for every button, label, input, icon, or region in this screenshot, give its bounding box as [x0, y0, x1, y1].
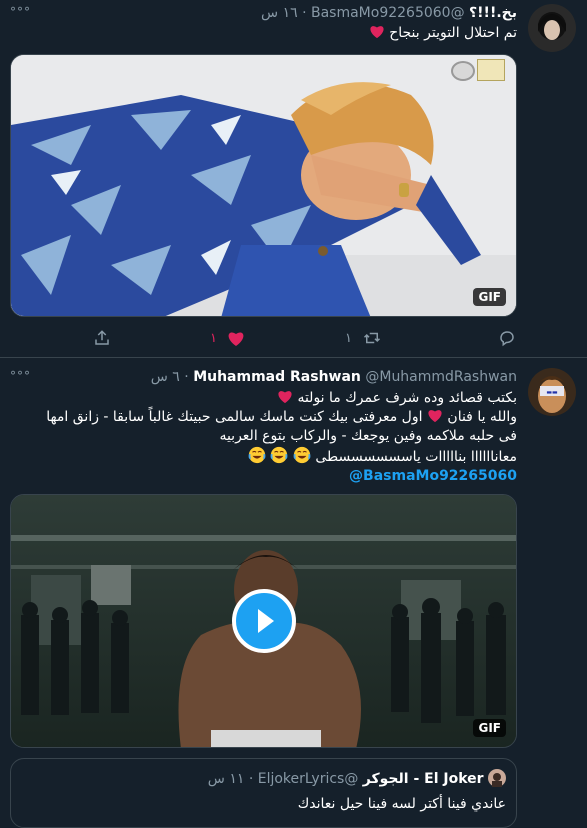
mention-link[interactable]: @BasmaMo92265060 [349, 468, 517, 484]
play-icon [258, 609, 274, 633]
tweet-body: تم احتلال التويتر بنجاح [389, 25, 517, 41]
display-name[interactable]: بخ.!!!؟ [469, 5, 517, 21]
avatar[interactable] [528, 4, 576, 52]
share-icon [95, 330, 109, 345]
quote-text: عاندي فينا أكتر لسه فينا حيل نعاندك [297, 796, 506, 812]
top-right-watermark-icon [477, 59, 505, 81]
reply-button[interactable] [498, 326, 526, 350]
tweet-text: بكتب قصائد وده شرف عمرك ما نولته والله ي… [7, 389, 517, 486]
tweet-actions: ١ ١ [0, 326, 587, 350]
laughing-tears-emoji-icon [271, 446, 288, 464]
top-left-watermark-icon [451, 61, 475, 81]
dancing-woman-image [11, 55, 516, 316]
retweet-count: ١ [345, 330, 352, 346]
tweet-line-1: بكتب قصائد وده شرف عمرك ما نولته [7, 389, 517, 408]
retweet-icon [363, 332, 381, 344]
red-heart-emoji-icon [428, 410, 442, 423]
quote-separator-dot: · [248, 771, 254, 787]
share-button[interactable] [93, 326, 111, 350]
timestamp[interactable]: ١٦ س [261, 5, 298, 21]
separator-dot: · [302, 5, 307, 21]
laughing-tears-emoji-icon [293, 446, 311, 464]
like-button[interactable]: ١ [210, 326, 245, 350]
tweet-line-1-text: بكتب قصائد وده شرف عمرك ما نولته [297, 390, 517, 406]
play-button[interactable] [232, 589, 296, 653]
gif-badge: GIF [473, 288, 506, 306]
gif-media[interactable]: GIF [10, 54, 517, 317]
heart-filled-icon [228, 331, 244, 346]
separator-dot: · [184, 369, 189, 385]
svg-text:▬▬: ▬▬ [546, 389, 558, 396]
gif-badge: GIF [473, 719, 506, 737]
tweet-line-3: فى حلبه ملاكمه وفين يوجعك - والركاب بتوع… [219, 428, 517, 444]
tweet-line-4: معاناااااا بنااااات ياسسسسسسطى [7, 446, 517, 467]
gif-media[interactable]: GIF [10, 494, 517, 748]
laughing-tears-emoji-icon [248, 446, 266, 464]
reply-icon [500, 331, 514, 347]
tweet-line-2b-text: اول معرفتى بيك كنت ماسك سالمى حبيتك غالب… [46, 409, 423, 425]
retweet-button[interactable]: ١ [345, 326, 382, 350]
tweet-1[interactable]: بخ.!!!؟ @BasmaMo92265060 · ١٦ س °°° تم ا… [0, 0, 587, 357]
user-handle[interactable]: @MuhammdRashwan [365, 369, 517, 385]
red-heart-emoji-icon [278, 391, 292, 404]
quote-display-name[interactable]: El Joker - الجوكر [363, 771, 484, 787]
more-options-icon[interactable]: °°° [10, 5, 31, 19]
tweet-line-2: والله يا فنان اول معرفتى بيك كنت ماسك سا… [7, 408, 517, 427]
quote-timestamp[interactable]: ١١ س [208, 771, 245, 787]
user-handle[interactable]: @BasmaMo92265060 [311, 5, 465, 21]
display-name[interactable]: Muhammad Rashwan [193, 369, 361, 385]
quote-avatar[interactable] [488, 769, 506, 787]
tweet-line-2a-text: والله يا فنان [447, 409, 517, 425]
more-options-icon[interactable]: °°° [10, 369, 31, 383]
quoted-tweet[interactable]: El Joker - الجوكر @EljokerLyrics · ١١ س … [10, 758, 517, 828]
avatar[interactable]: ▬▬ [528, 368, 576, 416]
tweet-header: بخ.!!!؟ @BasmaMo92265060 · ١٦ س [261, 4, 517, 22]
tweet-2[interactable]: ▬▬ Muhammad Rashwan @MuhammdRashwan · ٦ … [0, 358, 587, 828]
tweet-text: تم احتلال التويتر بنجاح [369, 24, 517, 43]
timestamp[interactable]: ٦ س [151, 369, 180, 385]
mention-line: @BasmaMo92265060 [7, 467, 517, 486]
quote-header: El Joker - الجوكر @EljokerLyrics · ١١ س [208, 769, 506, 788]
quote-handle[interactable]: @EljokerLyrics [258, 771, 359, 787]
tweet-header: Muhammad Rashwan @MuhammdRashwan · ٦ س [151, 368, 517, 386]
tweet-line-4-text: معاناااااا بنااااات ياسسسسسسطى [315, 449, 517, 465]
red-heart-emoji-icon [370, 26, 384, 39]
like-count: ١ [210, 330, 217, 346]
